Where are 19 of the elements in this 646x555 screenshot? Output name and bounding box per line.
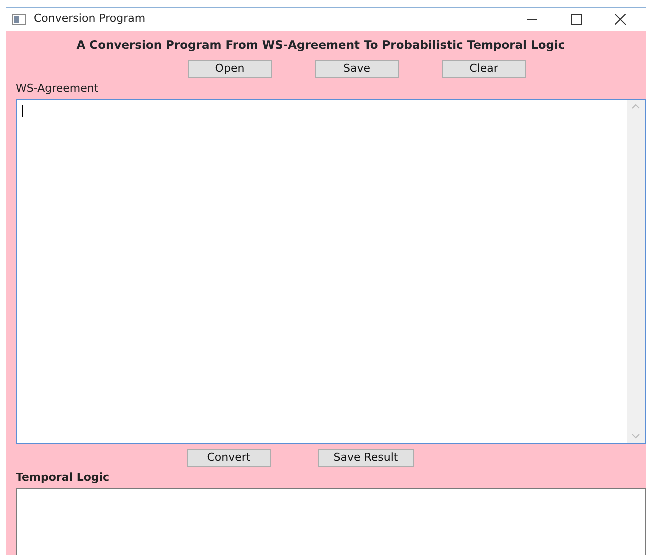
heading: A Conversion Program From WS-Agreement To Probabilistic Temporal Logic	[76, 37, 566, 54]
text-area[interactable]	[16, 488, 646, 555]
minimize-icon	[527, 19, 537, 20]
scrollbar[interactable]	[627, 100, 645, 443]
text-area[interactable]	[16, 98, 646, 444]
app-icon	[12, 14, 26, 25]
maximize-icon	[570, 14, 582, 25]
input-label: WS-Agreement	[16, 81, 100, 98]
close-icon	[614, 14, 626, 25]
action-button[interactable]: Convert	[187, 448, 271, 467]
window-title: Conversion Program	[34, 11, 146, 28]
action-button[interactable]: Save	[315, 60, 399, 78]
output-label: Temporal Logic	[16, 470, 111, 486]
action-button[interactable]: Open	[188, 60, 272, 78]
scroll-up-icon	[632, 104, 640, 109]
action-button[interactable]: Save Result	[318, 448, 414, 467]
action-button[interactable]: Clear	[442, 60, 526, 78]
scroll-down-icon	[632, 434, 640, 439]
text-cursor	[22, 104, 23, 117]
